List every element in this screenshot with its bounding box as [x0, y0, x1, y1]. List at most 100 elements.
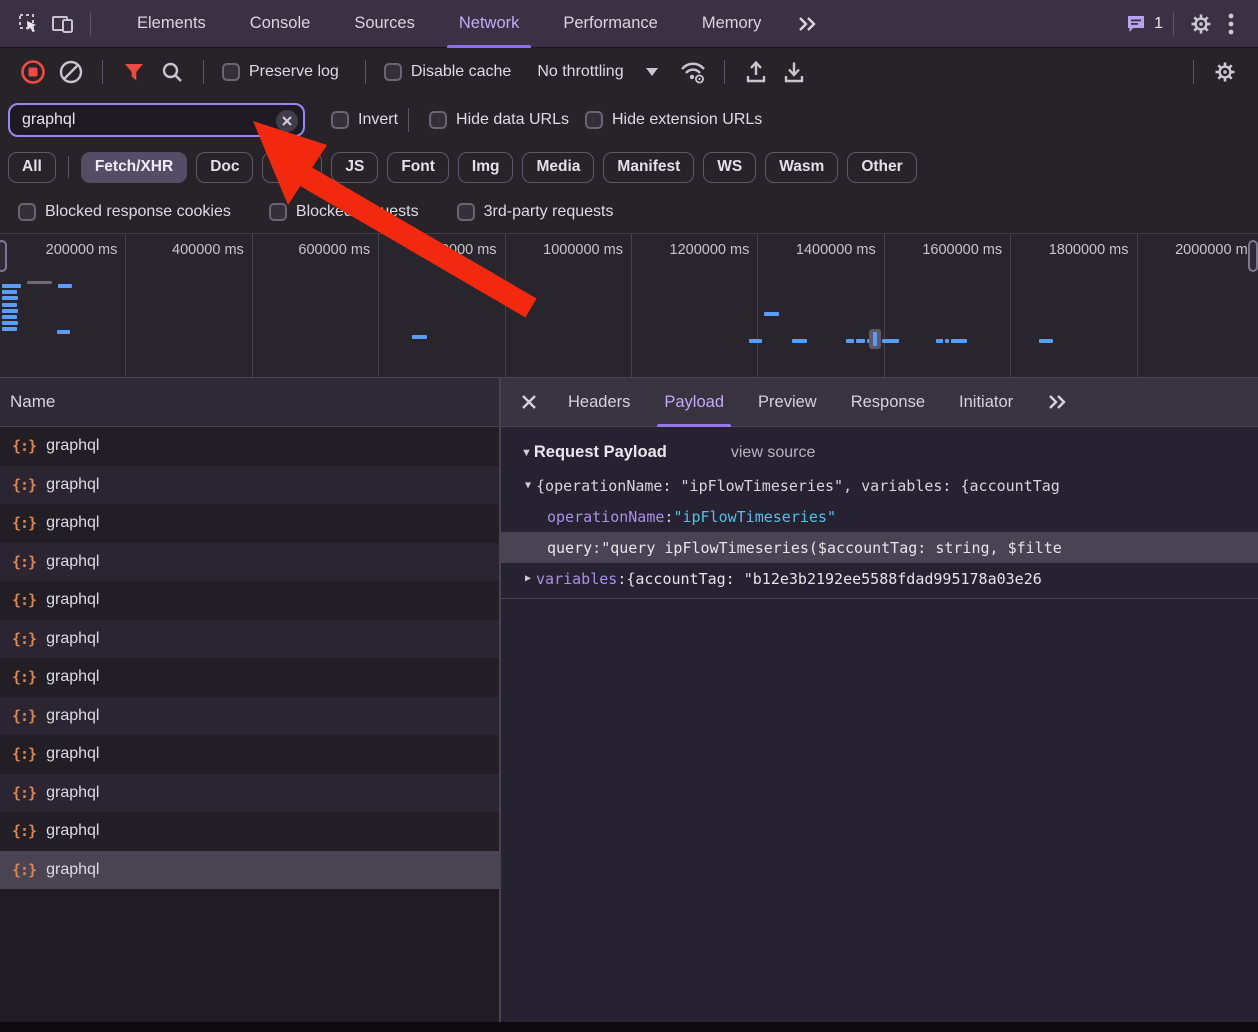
request-row[interactable]: {:}graphql	[0, 427, 499, 466]
name-column-header[interactable]: Name	[0, 378, 499, 427]
payload-tree-row[interactable]: operationName: "ipFlowTimeseries"	[501, 501, 1258, 532]
chip-media[interactable]: Media	[522, 152, 594, 183]
tab-performance[interactable]: Performance	[541, 0, 679, 48]
timeline-tick-label: 2000000 ms	[1138, 234, 1258, 377]
hide-extension-urls-checkbox[interactable]	[585, 111, 603, 129]
network-filter-input-wrap	[8, 103, 305, 137]
view-source-link[interactable]: view source	[731, 444, 815, 462]
request-row[interactable]: {:}graphql	[0, 504, 499, 543]
chip-ws[interactable]: WS	[703, 152, 756, 183]
chip-js[interactable]: JS	[331, 152, 378, 183]
chip-font[interactable]: Font	[387, 152, 449, 183]
tab-elements[interactable]: Elements	[115, 0, 228, 48]
chip-css[interactable]: CSS	[262, 152, 322, 183]
chip-img[interactable]: Img	[458, 152, 514, 183]
timeline-request-bar	[2, 315, 17, 319]
issues-counter[interactable]: 1	[1125, 14, 1163, 34]
payload-value: {accountTag: "b12e3b2192ee5588fdad995178…	[626, 570, 1041, 588]
collapse-arrow-icon[interactable]: ▼	[525, 480, 531, 491]
invert-checkbox[interactable]	[331, 111, 349, 129]
json-request-icon: {:}	[12, 476, 36, 494]
disable-cache-checkbox[interactable]	[384, 63, 402, 81]
request-row[interactable]: {:}graphql	[0, 466, 499, 505]
request-row[interactable]: {:}graphql	[0, 812, 499, 851]
inspect-element-icon[interactable]	[12, 7, 46, 41]
request-payload-header: ▼ Request Payload view source	[521, 443, 1258, 462]
filter-funnel-icon[interactable]	[117, 55, 151, 89]
detail-tab-response[interactable]: Response	[834, 378, 942, 427]
detail-tab-preview[interactable]: Preview	[741, 378, 834, 427]
chip-doc[interactable]: Doc	[196, 152, 253, 183]
request-row[interactable]: {:}graphql	[0, 697, 499, 736]
tab-console[interactable]: Console	[228, 0, 333, 48]
timeline-request-bar	[764, 312, 779, 316]
preserve-log-checkbox[interactable]	[222, 63, 240, 81]
detail-tab-initiator[interactable]: Initiator	[942, 378, 1030, 427]
request-row[interactable]: {:}graphql	[0, 658, 499, 697]
throttling-value: No throttling	[537, 63, 623, 81]
timeline-request-bar	[856, 339, 865, 343]
request-row[interactable]: {:}graphql	[0, 851, 499, 890]
expand-arrow-icon[interactable]: ▶	[525, 573, 531, 584]
tab-network[interactable]: Network	[437, 0, 542, 48]
payload-tree-row[interactable]: ▶ variables: {accountTag: "b12e3b2192ee55…	[501, 563, 1258, 594]
record-network-log-icon[interactable]	[16, 55, 50, 89]
clear-network-log-icon[interactable]	[54, 55, 88, 89]
devtools-window: ElementsConsoleSourcesNetworkPerformance…	[0, 0, 1258, 1032]
request-name: graphql	[46, 822, 99, 840]
timeline-right-handle[interactable]	[1248, 240, 1258, 272]
chevron-down-icon	[646, 68, 658, 76]
network-settings-gear-icon[interactable]	[1208, 55, 1242, 89]
hide-extension-urls-label: Hide extension URLs	[612, 111, 762, 129]
request-row[interactable]: {:}graphql	[0, 735, 499, 774]
request-name: graphql	[46, 707, 99, 725]
network-filter-input[interactable]	[10, 111, 303, 129]
request-row[interactable]: {:}graphql	[0, 774, 499, 813]
request-row[interactable]: {:}graphql	[0, 543, 499, 582]
payload-key: query	[547, 539, 592, 557]
3rd-party-requests-checkbox[interactable]	[457, 203, 475, 221]
request-payload-title: Request Payload	[534, 443, 667, 462]
collapse-arrow-icon[interactable]: ▼	[521, 447, 532, 459]
blocked-requests-checkbox[interactable]	[269, 203, 287, 221]
timeline-request-bar	[2, 309, 18, 313]
device-toolbar-icon[interactable]	[46, 7, 80, 41]
timeline-left-handle[interactable]	[0, 240, 7, 272]
export-har-icon[interactable]	[777, 55, 811, 89]
chip-other[interactable]: Other	[847, 152, 916, 183]
clear-filter-icon[interactable]	[276, 110, 298, 132]
settings-gear-icon[interactable]	[1184, 7, 1218, 41]
timeline-overview[interactable]: 200000 ms400000 ms600000 ms800000 ms1000…	[0, 234, 1258, 378]
blocked-response-cookies-checkbox[interactable]	[18, 203, 36, 221]
tab-sources[interactable]: Sources	[332, 0, 437, 48]
search-icon[interactable]	[155, 55, 189, 89]
payload-colon: :	[617, 570, 626, 588]
import-har-icon[interactable]	[739, 55, 773, 89]
close-details-icon[interactable]	[511, 384, 547, 420]
request-row[interactable]: {:}graphql	[0, 581, 499, 620]
timeline-request-bar	[882, 339, 899, 343]
timeline-request-bar	[951, 339, 967, 343]
more-detail-tabs-icon[interactable]	[1030, 378, 1084, 427]
payload-tree-row[interactable]: ▼{operationName: "ipFlowTimeseries", var…	[501, 470, 1258, 501]
chip-all[interactable]: All	[8, 152, 56, 183]
chip-manifest[interactable]: Manifest	[603, 152, 694, 183]
timeline-request-bar	[2, 290, 17, 294]
detail-tab-headers[interactable]: Headers	[551, 378, 647, 427]
hide-data-urls-checkbox[interactable]	[429, 111, 447, 129]
more-tabs-icon[interactable]	[783, 0, 831, 48]
payload-key: variables	[536, 570, 617, 588]
divider	[365, 60, 366, 84]
tab-memory[interactable]: Memory	[680, 0, 784, 48]
timeline-grid: 200000 ms400000 ms600000 ms800000 ms1000…	[0, 234, 1258, 377]
chip-fetch-xhr[interactable]: Fetch/XHR	[81, 152, 187, 183]
issues-count: 1	[1154, 15, 1163, 33]
divider	[203, 60, 204, 84]
chip-wasm[interactable]: Wasm	[765, 152, 838, 183]
detail-tab-payload[interactable]: Payload	[647, 378, 741, 427]
more-options-dots-icon[interactable]	[1218, 7, 1244, 41]
request-row[interactable]: {:}graphql	[0, 620, 499, 659]
payload-tree-row[interactable]: query: "query ipFlowTimeseries($accountT…	[501, 532, 1258, 563]
throttling-select[interactable]: No throttling	[537, 63, 657, 81]
network-conditions-icon[interactable]	[676, 55, 710, 89]
